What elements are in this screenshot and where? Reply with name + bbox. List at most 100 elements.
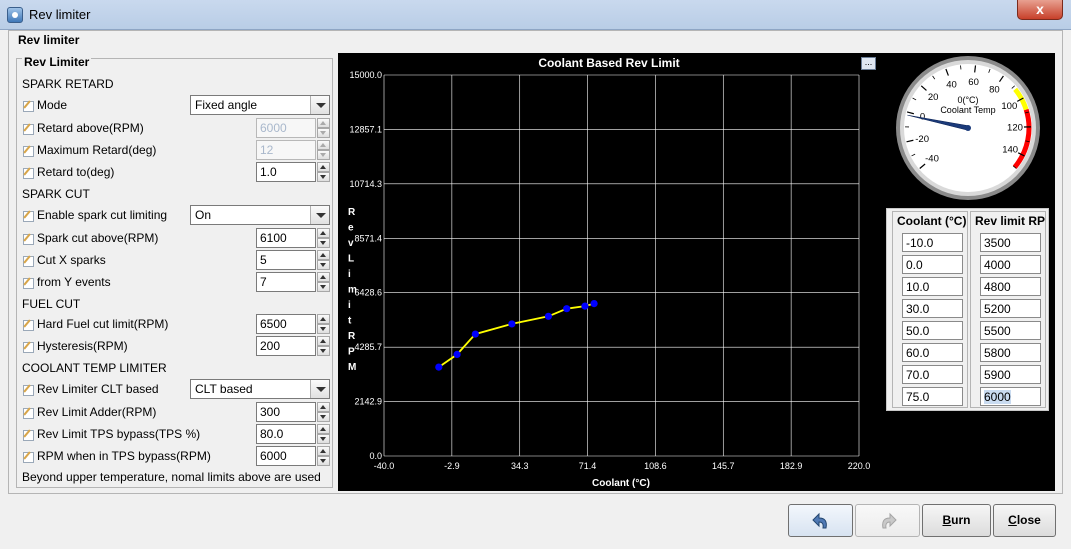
tps-bypass-field[interactable]: 80.0 (256, 424, 316, 444)
spin-down-icon[interactable] (317, 150, 330, 160)
rpm-tps-bypass-field[interactable]: 6000 (256, 446, 316, 466)
data-point[interactable] (544, 312, 553, 320)
spin-down-icon[interactable] (317, 128, 330, 138)
retard-above-field[interactable]: 6000 (256, 118, 316, 138)
coolant-cell[interactable]: 60.0 (902, 343, 963, 362)
rpm-cell[interactable]: 5500 (980, 321, 1041, 340)
spin-up-icon[interactable] (317, 162, 330, 172)
x-tick-label: 182.9 (780, 461, 803, 471)
spin-down-icon[interactable] (317, 346, 330, 356)
coolant-temp-gauge: -40 -20 020 40 60 80100 120 140 0(°C) Coolant T… (896, 56, 1040, 200)
coolant-cell[interactable]: 10.0 (902, 277, 963, 296)
rpm-cell[interactable]: 5900 (980, 365, 1041, 384)
rpm-cell[interactable]: 6000 (980, 387, 1041, 406)
spin-up-icon[interactable] (317, 140, 330, 150)
limit-adder-label: Rev Limit Adder(RPM) (22, 403, 156, 421)
section-spark-retard: SPARK RETARD (22, 77, 114, 91)
chevron-down-icon[interactable] (310, 380, 329, 398)
spin-up-icon[interactable] (317, 424, 330, 434)
data-point[interactable] (453, 350, 461, 358)
burn-button[interactable]: Burn (922, 504, 991, 537)
chevron-down-icon[interactable] (310, 96, 329, 114)
rpm-cell[interactable]: 3500 (980, 233, 1041, 252)
window-title: Rev limiter (29, 7, 91, 22)
chart-options-button[interactable]: ... (861, 57, 876, 70)
gauge-label: Coolant Temp (940, 105, 995, 115)
spin-up-icon[interactable] (317, 272, 330, 282)
coolant-cell[interactable]: 75.0 (902, 387, 963, 406)
cut-x-sparks-field[interactable]: 5 (256, 250, 316, 270)
spin-down-icon[interactable] (317, 260, 330, 270)
clt-based-select[interactable]: CLT based (190, 379, 330, 399)
retard-above-spinner[interactable]: 6000 (256, 118, 330, 138)
data-point[interactable] (563, 305, 571, 313)
edit-pencil-icon (22, 233, 34, 245)
close-button[interactable]: Close (993, 504, 1056, 537)
window-close-button[interactable]: x (1017, 0, 1063, 20)
coolant-cell[interactable]: 70.0 (902, 365, 963, 384)
retard-to-spinner[interactable]: 1.0 (256, 162, 330, 182)
coolant-cell[interactable]: -10.0 (902, 233, 963, 252)
x-tick-label: -2.9 (444, 461, 460, 471)
coolant-cell[interactable]: 30.0 (902, 299, 963, 318)
spin-up-icon[interactable] (317, 250, 330, 260)
mode-select[interactable]: Fixed angle (190, 95, 330, 115)
chart-series[interactable] (435, 300, 598, 371)
spin-down-icon[interactable] (317, 238, 330, 248)
data-point[interactable] (590, 300, 598, 308)
chevron-down-icon[interactable] (310, 206, 329, 224)
rpm-cell[interactable]: 5800 (980, 343, 1041, 362)
data-point[interactable] (581, 302, 589, 310)
data-point[interactable] (508, 320, 516, 328)
spark-cut-above-field[interactable]: 6100 (256, 228, 316, 248)
hysteresis-field[interactable]: 200 (256, 336, 316, 356)
rpm-tps-bypass-spinner[interactable]: 6000 (256, 446, 330, 466)
spark-cut-above-spinner[interactable]: 6100 (256, 228, 330, 248)
coolant-cell[interactable]: 50.0 (902, 321, 963, 340)
from-y-events-label: from Y events (22, 273, 111, 291)
max-retard-field[interactable]: 12 (256, 140, 316, 160)
data-point[interactable] (471, 330, 479, 338)
edit-pencil-icon (22, 123, 34, 135)
spin-down-icon[interactable] (317, 434, 330, 444)
limit-adder-spinner[interactable]: 300 (256, 402, 330, 422)
spin-up-icon[interactable] (317, 336, 330, 346)
hysteresis-spinner[interactable]: 200 (256, 336, 330, 356)
max-retard-spinner[interactable]: 12 (256, 140, 330, 160)
hard-fuel-cut-spinner[interactable]: 6500 (256, 314, 330, 334)
gauge-tick-label: 0 (920, 112, 925, 123)
coolant-cell[interactable]: 0.0 (902, 255, 963, 274)
spin-down-icon[interactable] (317, 324, 330, 334)
enable-spark-cut-select[interactable]: On (190, 205, 330, 225)
spin-up-icon[interactable] (317, 228, 330, 238)
spin-up-icon[interactable] (317, 118, 330, 128)
edit-pencil-icon (22, 255, 34, 267)
spin-down-icon[interactable] (317, 172, 330, 182)
spin-up-icon[interactable] (317, 446, 330, 456)
section-fuel-cut: FUEL CUT (22, 297, 81, 311)
from-y-events-spinner[interactable]: 7 (256, 272, 330, 292)
x-tick-label: 34.3 (511, 461, 529, 471)
spin-down-icon[interactable] (317, 456, 330, 466)
limit-adder-field[interactable]: 300 (256, 402, 316, 422)
rpm-cell[interactable]: 4000 (980, 255, 1041, 274)
cut-x-sparks-spinner[interactable]: 5 (256, 250, 330, 270)
rpm-cell[interactable]: 5200 (980, 299, 1041, 318)
from-y-events-field[interactable]: 7 (256, 272, 316, 292)
spin-down-icon[interactable] (317, 282, 330, 292)
retard-to-field[interactable]: 1.0 (256, 162, 316, 182)
tps-bypass-spinner[interactable]: 80.0 (256, 424, 330, 444)
gauge-tick-label: -40 (925, 154, 939, 165)
undo-button[interactable] (788, 504, 853, 537)
gauge-tick-label: 120 (1007, 123, 1023, 134)
data-point[interactable] (435, 363, 443, 371)
redo-button[interactable] (855, 504, 920, 537)
hard-fuel-cut-field[interactable]: 6500 (256, 314, 316, 334)
spin-up-icon[interactable] (317, 314, 330, 324)
y-tick-label: 10714.3 (349, 179, 382, 189)
rpm-cell[interactable]: 4800 (980, 277, 1041, 296)
retard-above-label: Retard above(RPM) (22, 119, 144, 137)
spin-down-icon[interactable] (317, 412, 330, 422)
spin-up-icon[interactable] (317, 402, 330, 412)
gauge-tick-label: 20 (928, 92, 939, 103)
